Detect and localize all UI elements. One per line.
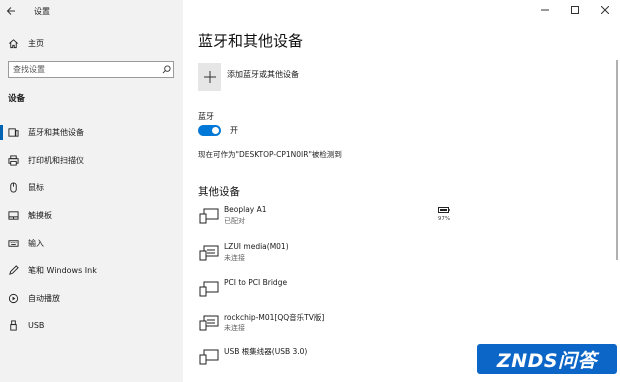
back-arrow-icon bbox=[6, 7, 15, 15]
battery-percentage: 97% bbox=[437, 216, 451, 222]
sidebar-item-label: 输入 bbox=[28, 238, 44, 248]
device-item-lzui[interactable]: LZUI media(M01) 未连接 bbox=[198, 241, 608, 267]
autoplay-icon bbox=[6, 293, 20, 304]
device-status: 未连接 bbox=[224, 324, 245, 332]
device-status: 已配对 bbox=[224, 217, 245, 225]
sidebar-item-autoplay[interactable]: 自动播放 bbox=[0, 285, 183, 313]
sidebar: 设置 主页 设备 蓝牙和其他设备 打印机和扫描仪 bbox=[0, 0, 183, 382]
section-heading: 设备 bbox=[8, 94, 26, 104]
battery-icon bbox=[438, 207, 450, 213]
mouse-icon bbox=[6, 182, 20, 194]
bluetooth-toggle-state: 开 bbox=[230, 126, 238, 135]
sidebar-item-label: 打印机和扫描仪 bbox=[28, 155, 84, 165]
page-title: 蓝牙和其他设备 bbox=[198, 32, 304, 50]
sidebar-nav: 蓝牙和其他设备 打印机和扫描仪 鼠标 触摸板 输入 笔和 Windows Ink… bbox=[0, 119, 183, 340]
home-icon bbox=[6, 38, 20, 49]
device-status: 未连接 bbox=[224, 254, 245, 262]
add-device-button[interactable] bbox=[198, 63, 221, 91]
generic-device-icon bbox=[198, 348, 220, 366]
device-name: Beoplay A1 bbox=[224, 205, 267, 214]
bluetooth-toggle[interactable] bbox=[198, 125, 221, 136]
back-button[interactable] bbox=[0, 0, 22, 22]
search-input[interactable] bbox=[9, 65, 159, 74]
bluetooth-toggle-row: 开 bbox=[198, 125, 238, 136]
battery-indicator: 97% bbox=[434, 207, 454, 222]
search-box[interactable] bbox=[8, 61, 174, 78]
scrollbar[interactable] bbox=[616, 60, 618, 260]
generic-device-icon bbox=[198, 280, 220, 298]
sidebar-item-bluetooth[interactable]: 蓝牙和其他设备 bbox=[0, 119, 183, 147]
sidebar-item-label: 鼠标 bbox=[28, 183, 44, 193]
device-name: USB 根集线器(USB 3.0) bbox=[224, 347, 308, 356]
minimize-icon bbox=[541, 9, 549, 11]
titlebar-left: 设置 bbox=[0, 0, 183, 22]
watermark-text: ZNDS问答 bbox=[496, 349, 598, 372]
add-device-label[interactable]: 添加蓝牙或其他设备 bbox=[227, 69, 299, 80]
close-icon bbox=[601, 6, 609, 14]
sidebar-item-mouse[interactable]: 鼠标 bbox=[0, 174, 183, 202]
sidebar-item-pen[interactable]: 笔和 Windows Ink bbox=[0, 257, 183, 285]
keyboard-icon bbox=[6, 238, 20, 249]
device-item-pci-bridge[interactable]: PCI to PCI Bridge bbox=[198, 277, 608, 303]
sidebar-item-typing[interactable]: 输入 bbox=[0, 229, 183, 257]
maximize-icon bbox=[571, 6, 579, 14]
media-device-icon bbox=[198, 314, 220, 332]
usb-icon bbox=[6, 320, 20, 331]
discoverable-text: 现在可作为"DESKTOP-CP1N0IR"被检测到 bbox=[198, 150, 342, 159]
touchpad-icon bbox=[6, 210, 20, 221]
app-title: 设置 bbox=[34, 6, 50, 16]
window-controls bbox=[530, 0, 620, 20]
main-panel: 蓝牙和其他设备 添加蓝牙或其他设备 蓝牙 开 现在可作为"DESKTOP-CP1… bbox=[183, 0, 620, 382]
sidebar-item-printers[interactable]: 打印机和扫描仪 bbox=[0, 147, 183, 175]
audio-device-icon bbox=[198, 207, 220, 225]
add-device-row[interactable]: 添加蓝牙或其他设备 bbox=[198, 63, 299, 91]
watermark-logo: ZNDS问答 bbox=[477, 344, 617, 374]
sidebar-item-touchpad[interactable]: 触摸板 bbox=[0, 202, 183, 230]
sidebar-item-usb[interactable]: USB bbox=[0, 312, 183, 340]
home-link[interactable]: 主页 bbox=[0, 34, 183, 52]
plus-icon bbox=[203, 71, 216, 83]
maximize-button[interactable] bbox=[560, 0, 590, 20]
device-name: PCI to PCI Bridge bbox=[224, 278, 288, 287]
bluetooth-label: 蓝牙 bbox=[198, 112, 214, 121]
sidebar-item-label: 自动播放 bbox=[28, 293, 60, 303]
media-device-icon bbox=[198, 244, 220, 262]
toggle-knob bbox=[212, 127, 219, 134]
pen-icon bbox=[6, 265, 20, 276]
minimize-button[interactable] bbox=[530, 0, 560, 20]
sidebar-item-label: USB bbox=[28, 321, 45, 331]
sidebar-item-label: 蓝牙和其他设备 bbox=[28, 128, 84, 138]
home-label: 主页 bbox=[28, 38, 44, 48]
search-icon[interactable] bbox=[159, 65, 173, 74]
printer-icon bbox=[6, 155, 20, 166]
device-name: LZUI media(M01) bbox=[224, 242, 289, 251]
sidebar-item-label: 触摸板 bbox=[28, 211, 52, 221]
device-name: rockchip-M01[QQ音乐TV版] bbox=[224, 313, 325, 322]
close-button[interactable] bbox=[590, 0, 620, 20]
device-item-beoplay[interactable]: Beoplay A1 已配对 97% bbox=[198, 204, 608, 230]
sidebar-item-label: 笔和 Windows Ink bbox=[28, 266, 97, 276]
bluetooth-devices-icon bbox=[6, 127, 20, 138]
other-devices-heading: 其他设备 bbox=[198, 186, 240, 198]
device-item-rockchip[interactable]: rockchip-M01[QQ音乐TV版] 未连接 bbox=[198, 311, 608, 337]
